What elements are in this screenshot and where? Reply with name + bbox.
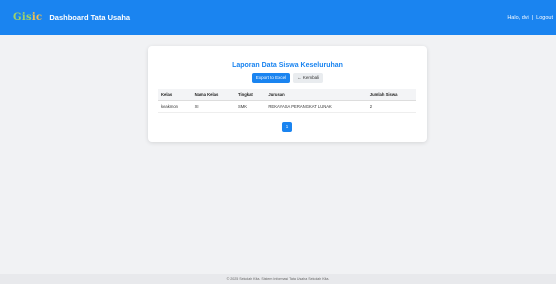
user-menu: Halo, dvi | Logout [507, 0, 553, 35]
brand-logo[interactable]: Gisic [13, 12, 42, 23]
column-header-kelas: Kelas [158, 89, 192, 101]
pagination-page-1[interactable]: 1 [282, 122, 292, 132]
dashboard-title: Dashboard Tata Usaha [49, 13, 131, 22]
page-footer: © 2025 Sekolah Kita. Sistem Informasi Ta… [0, 274, 556, 284]
top-navbar: Gisic Dashboard Tata Usaha Halo, dvi | L… [0, 0, 556, 35]
logout-link[interactable]: Logout [536, 15, 553, 21]
logo-text: Gis [13, 12, 32, 23]
cell-kelas: keakmon [158, 100, 192, 113]
column-header-jurusan: Jurusan [265, 89, 367, 101]
back-button[interactable]: ← Kembali [293, 73, 324, 83]
action-buttons: Export to Excel ← Kembali [148, 73, 427, 83]
cell-jumlah-siswa: 2 [366, 100, 416, 113]
report-card: Laporan Data Siswa Keseluruhan Export to… [148, 46, 427, 142]
cell-jurusan: REKAYASA PERANGKAT LUNAK [265, 100, 367, 113]
column-header-nama-kelas: Nama Kelas [191, 89, 235, 101]
column-header-tingkat: Tingkat [234, 89, 266, 101]
report-title: Laporan Data Siswa Keseluruhan [232, 62, 343, 69]
column-header-jumlah-siswa: Jumlah Siswa [366, 89, 416, 101]
logo-accent-text: ic [31, 12, 43, 23]
user-greeting: Halo, dvi [507, 14, 529, 21]
cell-nama-kelas: XI [191, 100, 235, 113]
nav-separator: | [531, 14, 534, 21]
export-excel-button[interactable]: Export to Excel [251, 73, 291, 83]
cell-tingkat: SMK [234, 100, 266, 113]
student-report-table: Kelas Nama Kelas Tingkat Jurusan Jumlah … [158, 89, 416, 113]
table-row: keakmon XI SMK REKAYASA PERANGKAT LUNAK … [158, 100, 416, 113]
table-header-row: Kelas Nama Kelas Tingkat Jurusan Jumlah … [158, 89, 416, 101]
